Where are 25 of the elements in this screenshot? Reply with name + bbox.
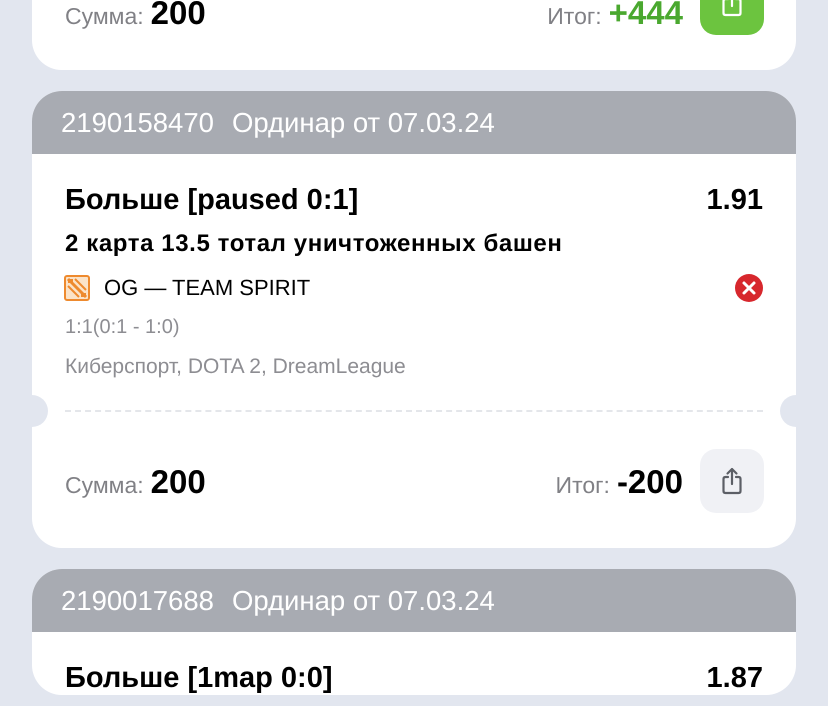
ticket-notch — [780, 395, 796, 427]
match-score: 1:1(0:1 - 1:0) — [65, 315, 181, 339]
bet-selection: Больше [paused 0:1] — [65, 184, 358, 216]
bet-type: Ординар от 07.03.24 — [232, 584, 495, 616]
total-label: Итог: — [547, 5, 602, 28]
event-teams: OG — TEAM SPIRIT — [104, 275, 312, 301]
sum-label: Сумма: — [65, 474, 144, 496]
sum-value: 200 — [150, 464, 206, 498]
bet-type: Ординар от 07.03.24 — [232, 106, 495, 138]
share-icon — [720, 467, 744, 495]
bet-number: 2190017688 — [61, 584, 214, 616]
bet-selection: Больше [1map 0:0] — [65, 662, 332, 694]
bet-odds: 1.87 — [706, 662, 763, 694]
event-category: Киберспорт, DOTA 2, DreamLeague — [65, 355, 407, 379]
total-value: +444 — [608, 0, 683, 29]
share-button[interactable] — [700, 449, 764, 513]
bet-odds: 1.91 — [706, 184, 763, 216]
bet-market: 2 карта 13.5 тотал уничтоженных башен — [65, 230, 564, 258]
sum-label: Сумма: — [65, 5, 144, 28]
bet-number: 2190158470 — [61, 106, 214, 138]
game-icon — [64, 275, 90, 301]
ticket-notch — [32, 395, 48, 427]
total-value: -200 — [616, 464, 683, 498]
total-label: Итог: — [556, 474, 610, 496]
sum-value: 200 — [150, 0, 206, 29]
